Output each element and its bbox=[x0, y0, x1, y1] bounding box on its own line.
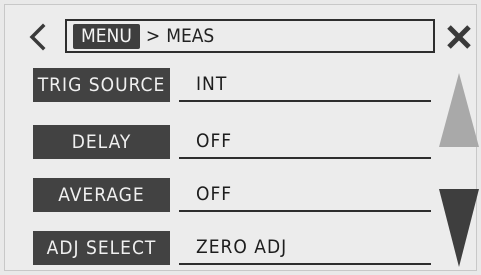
delay-value[interactable]: OFF bbox=[179, 125, 431, 159]
adj-select-value[interactable]: ZERO ADJ bbox=[179, 231, 431, 265]
triangle-down-icon bbox=[439, 189, 479, 267]
average-value[interactable]: OFF bbox=[179, 178, 431, 212]
row-adj-select: ADJ SELECT ZERO ADJ bbox=[33, 231, 433, 267]
average-button[interactable]: AVERAGE bbox=[33, 178, 170, 212]
breadcrumb: MENU > MEAS bbox=[65, 19, 435, 53]
adj-select-button[interactable]: ADJ SELECT bbox=[33, 231, 170, 265]
triangle-up-icon bbox=[439, 73, 479, 147]
breadcrumb-separator: > bbox=[145, 25, 161, 47]
trig-source-button[interactable]: TRIG SOURCE bbox=[33, 68, 170, 102]
close-button[interactable] bbox=[441, 19, 477, 55]
breadcrumb-menu[interactable]: MENU bbox=[73, 23, 140, 49]
chevron-left-icon bbox=[29, 23, 46, 51]
row-delay: DELAY OFF bbox=[33, 125, 433, 161]
scroll-down-button[interactable] bbox=[437, 189, 481, 269]
breadcrumb-current: MEAS bbox=[166, 25, 215, 47]
menu-screen: MENU > MEAS TRIG SOURCE INT DELAY OFF AV… bbox=[4, 4, 479, 271]
scroll-up-button[interactable] bbox=[437, 73, 481, 147]
delay-button[interactable]: DELAY bbox=[33, 125, 170, 159]
trig-source-value[interactable]: INT bbox=[179, 68, 431, 102]
row-average: AVERAGE OFF bbox=[33, 178, 433, 214]
row-trig-source: TRIG SOURCE INT bbox=[33, 68, 433, 104]
back-button[interactable] bbox=[19, 20, 55, 54]
close-icon bbox=[447, 25, 471, 49]
